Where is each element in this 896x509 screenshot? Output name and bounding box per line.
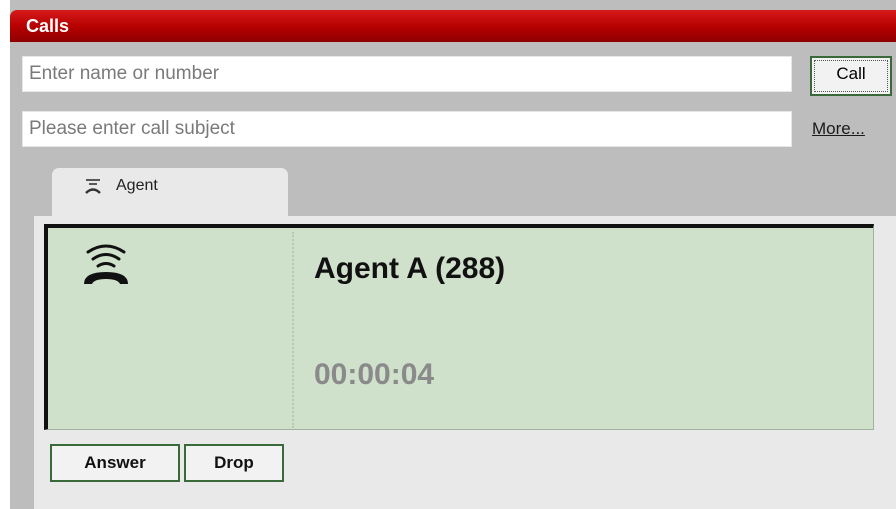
card-divider (292, 232, 294, 428)
panel-title: Calls (26, 16, 70, 36)
calls-panel: Calls Call More... Agent Agent A (288) 0… (10, 0, 896, 509)
more-link[interactable]: More... (812, 119, 865, 139)
ringing-phone-icon (84, 244, 128, 284)
drop-button-label: Drop (214, 453, 254, 472)
caller-name: Agent A (288) (314, 252, 506, 285)
subject-input[interactable] (22, 111, 792, 147)
answer-button-label: Answer (84, 453, 146, 472)
call-button[interactable]: Call (810, 56, 892, 96)
call-card[interactable]: Agent A (288) 00:00:04 (44, 224, 874, 430)
call-timer: 00:00:04 (314, 358, 435, 391)
number-input[interactable] (22, 56, 792, 92)
tab-content: Agent A (288) 00:00:04 Answer Drop (34, 216, 896, 509)
drop-button[interactable]: Drop (184, 444, 284, 482)
title-bar: Calls (10, 10, 896, 42)
answer-button[interactable]: Answer (50, 444, 180, 482)
tab-label: Agent (116, 177, 158, 194)
tab-agent[interactable]: Agent (52, 168, 288, 216)
agent-icon (85, 179, 101, 194)
focus-ring (814, 60, 888, 92)
